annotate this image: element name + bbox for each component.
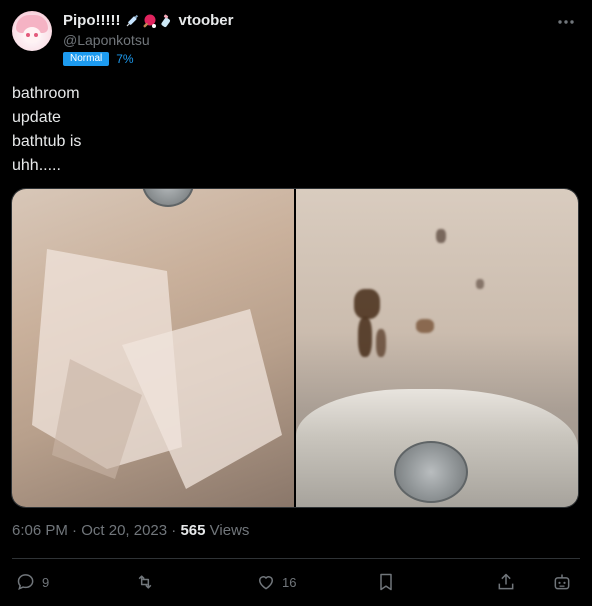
stain xyxy=(416,319,434,333)
meta-separator: · xyxy=(171,522,177,539)
drain-plug xyxy=(394,441,468,503)
author-name-row[interactable]: Pipo!!!!! vtoober xyxy=(63,12,234,29)
heart-icon xyxy=(258,576,274,590)
retweet-icon xyxy=(138,575,152,589)
reply-icon xyxy=(17,574,34,590)
display-name-suffix[interactable]: vtoober xyxy=(178,12,233,29)
avatar-eye-left xyxy=(26,33,30,37)
baby-bottle-icon xyxy=(161,14,171,27)
tweet-text: bathroom update bathtub is uhh..... xyxy=(12,82,572,178)
avatar[interactable] xyxy=(12,11,52,51)
retweet-button[interactable] xyxy=(135,572,155,592)
stain xyxy=(358,317,372,357)
share-button[interactable] xyxy=(496,572,516,592)
more-options-icon[interactable] xyxy=(556,12,576,32)
meta-separator: · xyxy=(72,522,78,539)
tweet-date[interactable]: Oct 20, 2023 xyxy=(81,522,167,539)
author-handle[interactable]: @Laponkotsu xyxy=(63,32,150,48)
tweet-line: bathtub is xyxy=(12,133,82,150)
photo-bathtub-stains[interactable] xyxy=(296,189,578,507)
badge-percent: 7% xyxy=(116,52,134,66)
reply-count: 9 xyxy=(42,574,50,590)
media-grid xyxy=(11,188,579,508)
overflow-drain xyxy=(142,189,194,207)
bookmark-button[interactable] xyxy=(376,572,396,592)
bot-icon xyxy=(554,574,570,590)
stain xyxy=(436,229,446,243)
like-count: 16 xyxy=(282,574,297,590)
share-icon xyxy=(498,573,514,590)
badge-row: Normal 7% xyxy=(63,52,134,66)
bookmark-icon xyxy=(380,573,392,591)
divider xyxy=(12,558,580,559)
stain xyxy=(354,289,380,319)
stain xyxy=(376,329,386,357)
photo-bathtub-bag[interactable] xyxy=(12,189,294,507)
tweet-line: uhh..... xyxy=(12,157,61,174)
action-bar: 9 16 xyxy=(0,568,592,600)
status-badge: Normal xyxy=(63,52,110,66)
syringe-icon xyxy=(127,14,139,26)
name-emojis xyxy=(124,13,174,29)
display-name[interactable]: Pipo!!!!! xyxy=(63,12,120,29)
grok-button[interactable] xyxy=(552,572,572,592)
ping-pong-paddle-icon xyxy=(143,14,157,28)
tweet-time[interactable]: 6:06 PM xyxy=(12,522,68,539)
reply-button[interactable]: 9 xyxy=(16,572,49,592)
stain xyxy=(476,279,484,289)
tweet-meta: 6:06 PM · Oct 20, 2023 · 565 Views xyxy=(12,522,249,539)
tweet-line: bathroom xyxy=(12,85,80,102)
views-count: 565 xyxy=(180,522,206,539)
views-label: Views xyxy=(209,522,250,539)
like-button[interactable]: 16 xyxy=(256,572,296,592)
tweet-line: update xyxy=(12,109,61,126)
avatar-eye-right xyxy=(34,33,38,37)
